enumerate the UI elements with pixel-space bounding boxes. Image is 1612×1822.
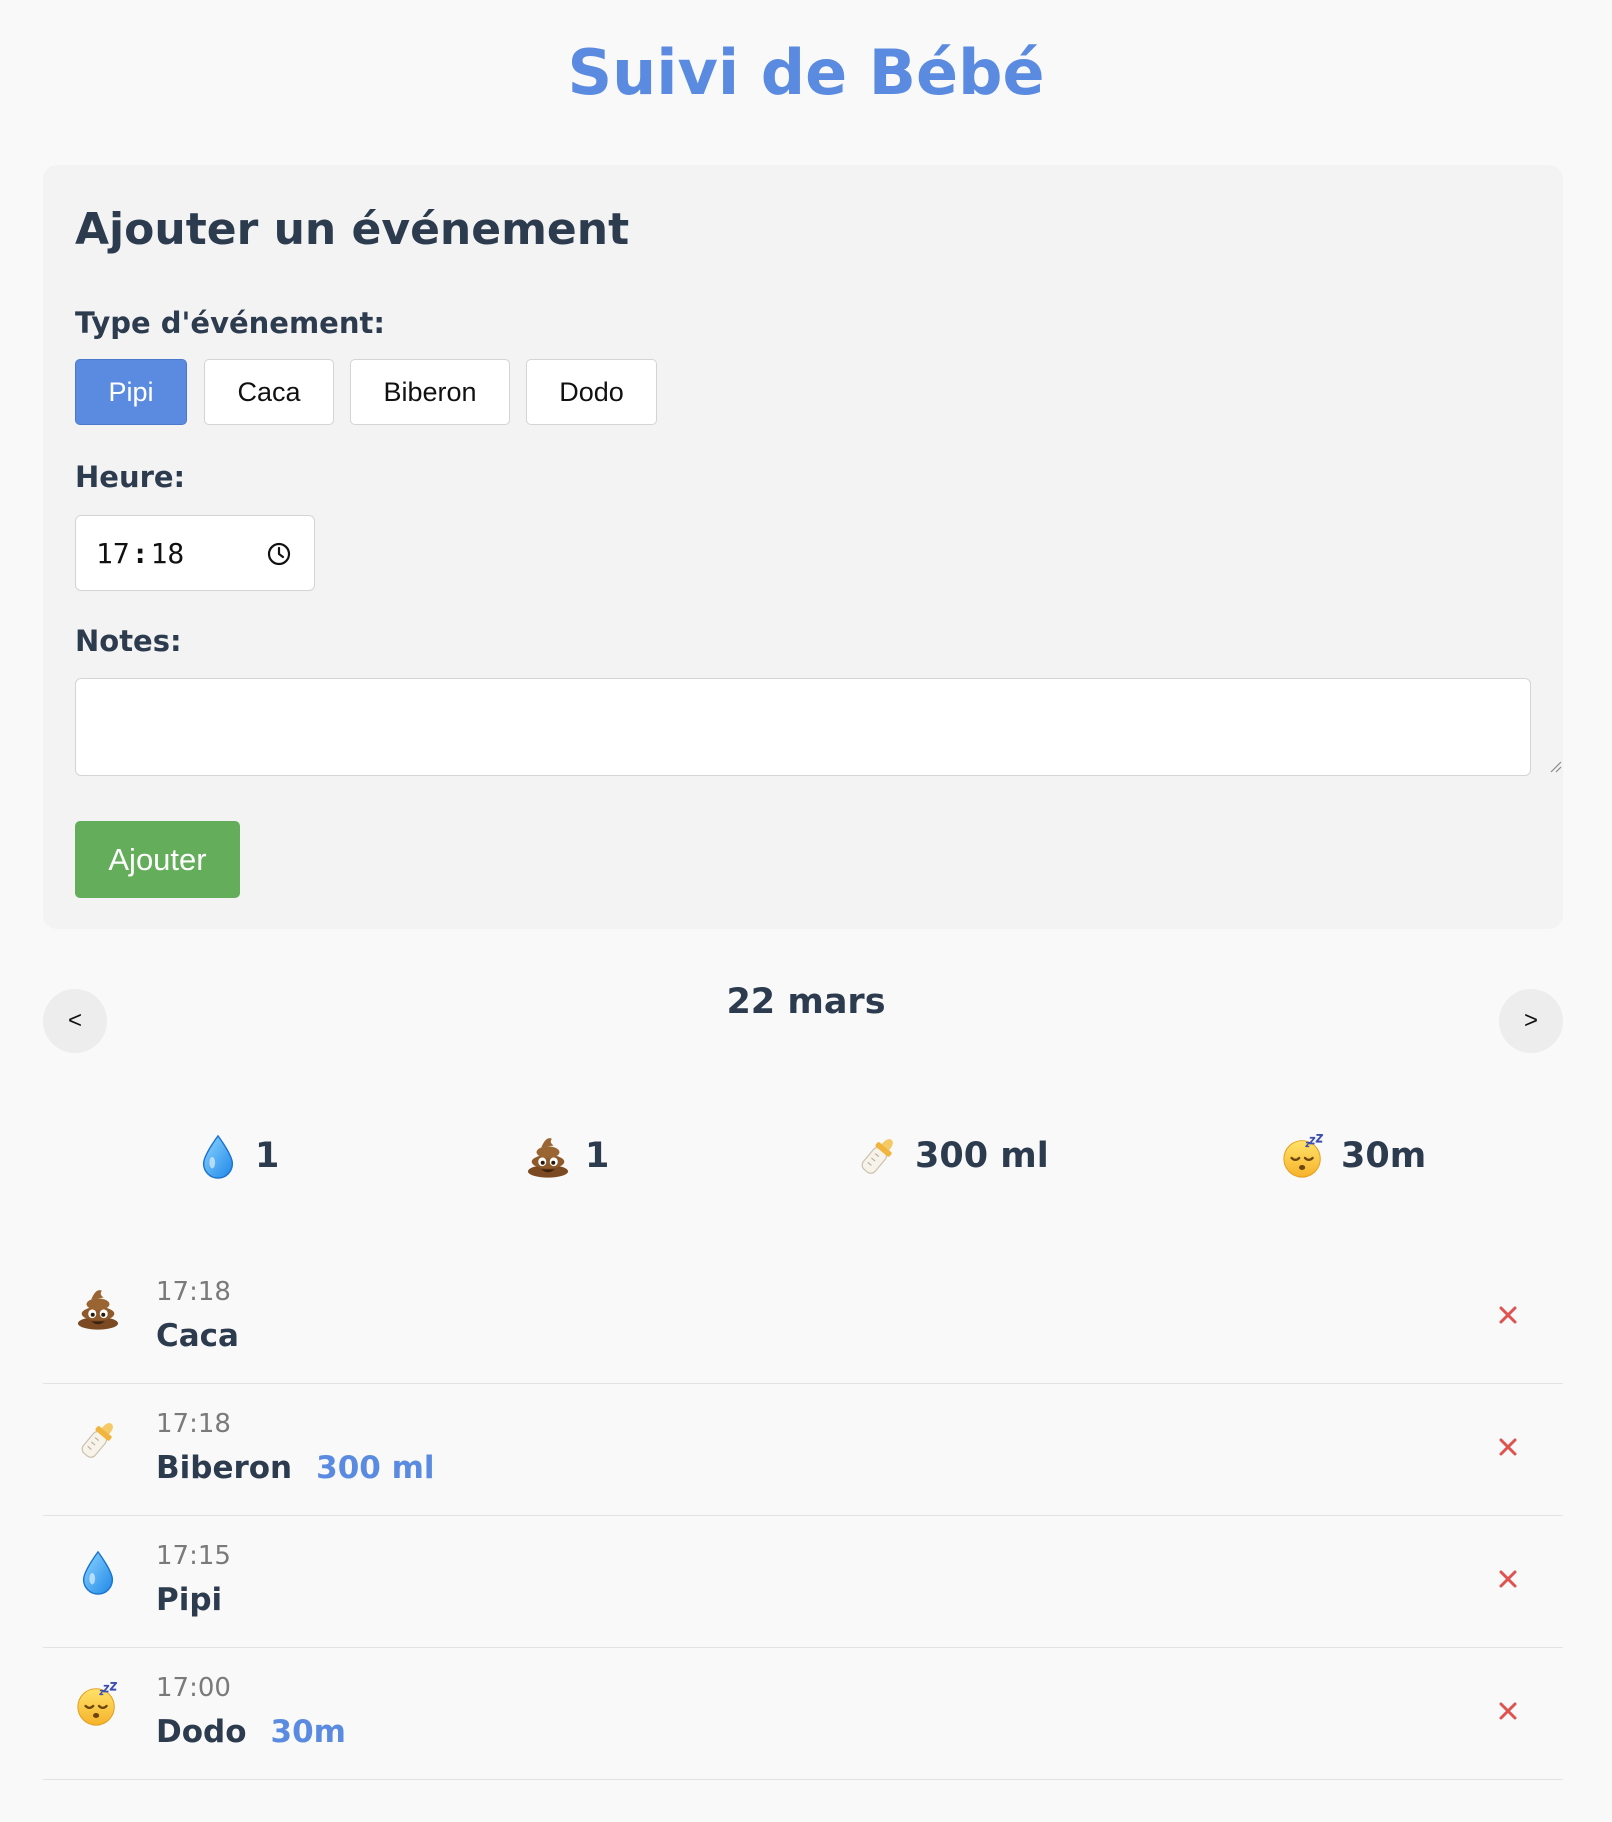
- sleeping-face-icon: [1281, 1132, 1327, 1180]
- event-type-label: Type d'événement:: [75, 306, 385, 340]
- form-title: Ajouter un événement: [75, 204, 630, 255]
- summary-pipi-count: 1: [195, 1128, 279, 1184]
- type-button-pipi[interactable]: Pipi: [75, 359, 187, 425]
- summary-value: 300 ml: [915, 1136, 1049, 1176]
- resize-handle-icon[interactable]: [1548, 759, 1562, 773]
- type-button-caca[interactable]: Caca: [204, 359, 334, 425]
- event-label: Caca: [156, 1318, 239, 1354]
- type-button-biberon[interactable]: Biberon: [350, 359, 510, 425]
- notes-textarea[interactable]: [75, 678, 1531, 776]
- time-minutes[interactable]: 18: [151, 537, 185, 570]
- droplet-icon: [75, 1548, 121, 1596]
- event-row-caca: 17:18 Caca: [43, 1252, 1563, 1384]
- delete-event-button[interactable]: [1493, 1300, 1523, 1330]
- summary-biberon-volume: 300 ml: [855, 1128, 1049, 1184]
- delete-event-button[interactable]: [1493, 1432, 1523, 1462]
- summary-value: 1: [585, 1136, 610, 1176]
- event-time: 17:18: [156, 1409, 231, 1439]
- event-time: 17:18: [156, 1277, 231, 1307]
- time-hours[interactable]: 17: [96, 537, 130, 570]
- poop-icon: [525, 1132, 571, 1180]
- event-row-biberon: 17:18 Biberon 300 ml: [43, 1384, 1563, 1516]
- time-label: Heure:: [75, 460, 186, 494]
- event-label: Dodo: [156, 1714, 247, 1750]
- baby-bottle-icon: [855, 1132, 901, 1180]
- event-label: Biberon: [156, 1450, 293, 1486]
- event-row-dodo: 17:00 Dodo 30m: [43, 1648, 1563, 1780]
- summary-caca-count: 1: [525, 1128, 609, 1184]
- app-title: Suivi de Bébé: [567, 36, 1045, 109]
- delete-event-button[interactable]: [1493, 1696, 1523, 1726]
- close-icon[interactable]: [1498, 1305, 1518, 1325]
- add-event-form: Ajouter un événement Type d'événement: P…: [43, 165, 1563, 929]
- event-row-pipi: 17:15 Pipi: [43, 1516, 1563, 1648]
- sleeping-face-icon: [75, 1680, 121, 1728]
- close-icon[interactable]: [1498, 1569, 1518, 1589]
- close-icon[interactable]: [1498, 1437, 1518, 1457]
- time-input[interactable]: 17:18: [75, 515, 315, 591]
- type-button-dodo[interactable]: Dodo: [526, 359, 657, 425]
- event-detail: 30m: [270, 1714, 346, 1750]
- notes-label: Notes:: [75, 624, 182, 658]
- summary-value: 1: [255, 1136, 280, 1176]
- poop-icon: [75, 1284, 121, 1332]
- clock-icon[interactable]: [266, 541, 292, 567]
- event-detail: 300 ml: [316, 1450, 435, 1486]
- current-date: 22 mars: [726, 982, 886, 1022]
- summary-value: 30m: [1341, 1136, 1427, 1176]
- close-icon[interactable]: [1498, 1701, 1518, 1721]
- next-day-button[interactable]: >: [1499, 989, 1563, 1053]
- event-time: 17:00: [156, 1673, 231, 1703]
- baby-bottle-icon: [75, 1416, 121, 1464]
- delete-event-button[interactable]: [1493, 1564, 1523, 1594]
- event-time: 17:15: [156, 1541, 231, 1571]
- event-label: Pipi: [156, 1582, 223, 1618]
- event-list: 17:18 Caca 17:18 Biberon 300 ml 17:15 Pip…: [43, 1252, 1563, 1780]
- droplet-icon: [195, 1132, 241, 1180]
- time-separator: :: [131, 536, 149, 570]
- summary-dodo-duration: 30m: [1281, 1128, 1426, 1184]
- add-event-button[interactable]: Ajouter: [75, 821, 240, 898]
